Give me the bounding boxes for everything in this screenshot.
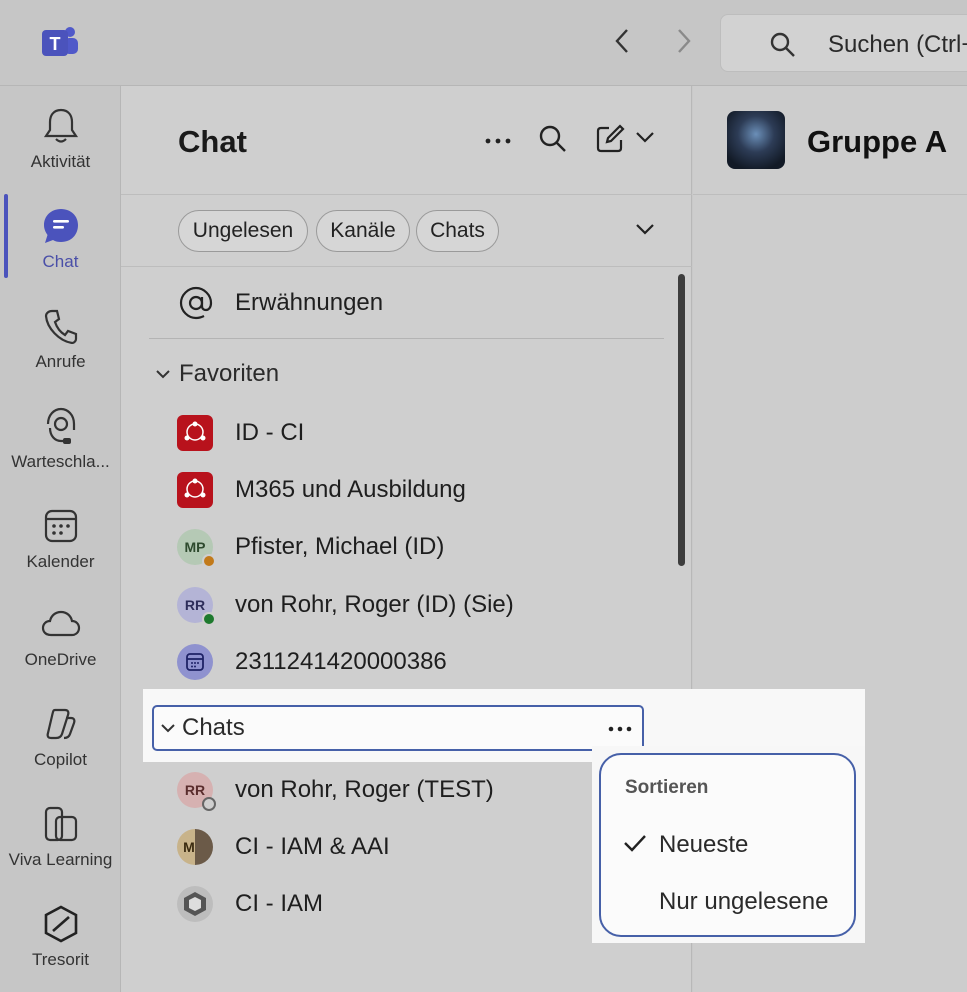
group-avatar: M [177,829,213,865]
mentions-item[interactable]: Erwähnungen [179,286,383,320]
rail-item-onedrive[interactable]: OneDrive [0,592,121,688]
filter-unread[interactable]: Ungelesen [178,210,308,252]
chats-section-header[interactable]: Chats [152,705,644,751]
rail-label: Tresorit [32,950,89,969]
checkmark-icon [623,833,647,858]
copilot-icon [41,704,81,744]
teams-logo-icon: T [40,24,82,60]
search-icon [769,31,797,64]
rail-label: Warteschla... [11,452,110,471]
sort-menu: Sortieren Neueste Nur ungelesene [599,753,856,937]
rail-label: OneDrive [24,650,97,669]
list-item[interactable]: MP Pfister, Michael (ID) [177,525,444,569]
rail-item-activity[interactable]: Aktivität [0,94,121,190]
team-avatar-icon [177,472,213,508]
chat-icon [41,206,81,246]
chat-name: M365 und Ausbildung [235,476,466,503]
bell-icon [41,106,81,146]
filter-expand-chevron-icon[interactable] [635,222,655,241]
list-item[interactable]: M CI - IAM & AAI [177,825,390,869]
rail-label: Kalender [26,552,95,571]
chat-name: von Rohr, Roger (TEST) [235,776,494,803]
search-placeholder: Suchen (Ctrl+ [828,31,967,58]
calendar-icon [41,506,81,546]
phone-icon [41,306,81,346]
list-item[interactable]: CI - IAM [177,882,323,926]
chat-name: von Rohr, Roger (ID) (Sie) [235,591,514,618]
list-item[interactable]: 2311241420000386 [177,640,447,684]
chevron-down-icon [161,724,175,733]
divider [149,338,664,339]
chat-search-button[interactable] [538,124,568,159]
back-button[interactable] [608,26,638,56]
avatar: RR [177,772,216,811]
list-item[interactable]: RR von Rohr, Roger (TEST) [177,768,494,812]
chevron-down-icon[interactable] [635,130,655,149]
rail-item-viva-learning[interactable]: Viva Learning [0,792,121,888]
divider [121,194,692,195]
cloud-icon [41,604,81,644]
rail-label: Chat [42,252,79,271]
more-options-button[interactable] [483,126,513,156]
new-chat-button[interactable] [595,124,625,159]
section-label: Favoriten [179,360,280,387]
rail-label: Copilot [34,750,87,769]
list-item[interactable]: M365 und Ausbildung [177,468,466,512]
chat-name: CI - IAM [235,890,323,917]
rail-label: Aktivität [30,152,91,171]
headset-icon [41,406,81,446]
list-item[interactable]: RR von Rohr, Roger (ID) (Sie) [177,583,514,627]
group-avatar [727,111,785,169]
presence-available-icon [202,612,216,626]
hexagon-icon [41,904,81,944]
conversation-title: Gruppe A [807,124,948,159]
filter-chats[interactable]: Chats [416,210,499,252]
presence-away-icon [202,554,216,568]
app-rail: Aktivität Chat Anrufe Warteschla... Kale… [0,86,121,992]
forward-button[interactable] [668,26,698,56]
chat-name: Pfister, Michael (ID) [235,533,445,560]
rail-label: Viva Learning [8,850,113,869]
divider [693,194,967,195]
page-title: Chat [178,124,247,159]
favorites-section-header[interactable]: Favoriten [155,360,279,388]
mentions-label: Erwähnungen [235,289,384,316]
rail-item-calls[interactable]: Anrufe [0,294,121,390]
rail-item-copilot[interactable]: Copilot [0,692,121,788]
group-logo-icon [177,886,213,922]
book-icon [41,804,81,844]
meeting-calendar-icon [177,644,213,680]
rail-item-tresorit[interactable]: Tresorit [0,892,121,988]
chevron-down-icon [156,370,170,379]
avatar: MP [177,529,216,568]
team-avatar-icon [177,415,213,451]
svg-text:T: T [50,34,61,54]
menu-title: Sortieren [625,777,709,798]
section-label: Chats [182,714,245,741]
scrollbar[interactable] [678,274,685,566]
rail-item-queues[interactable]: Warteschla... [0,394,121,490]
chat-name: CI - IAM & AAI [235,833,390,860]
filter-channels[interactable]: Kanäle [316,210,410,252]
chat-name: 2311241420000386 [235,648,447,675]
title-bar: T Suchen (Ctrl+ [0,0,967,86]
menu-item-unread-only[interactable]: Nur ungelesene [659,888,828,916]
more-options-button[interactable] [606,715,634,743]
presence-offline-icon [202,797,216,811]
chat-name: ID - CI [235,419,305,446]
rail-item-chat[interactable]: Chat [0,194,121,290]
list-item[interactable]: ID - CI [177,411,304,455]
rail-label: Anrufe [35,352,86,371]
at-sign-icon [179,286,213,320]
avatar: RR [177,587,216,626]
menu-item-newest[interactable]: Neueste [659,831,748,859]
divider [121,266,692,267]
search-input[interactable]: Suchen (Ctrl+ [720,14,967,72]
rail-item-calendar[interactable]: Kalender [0,494,121,590]
